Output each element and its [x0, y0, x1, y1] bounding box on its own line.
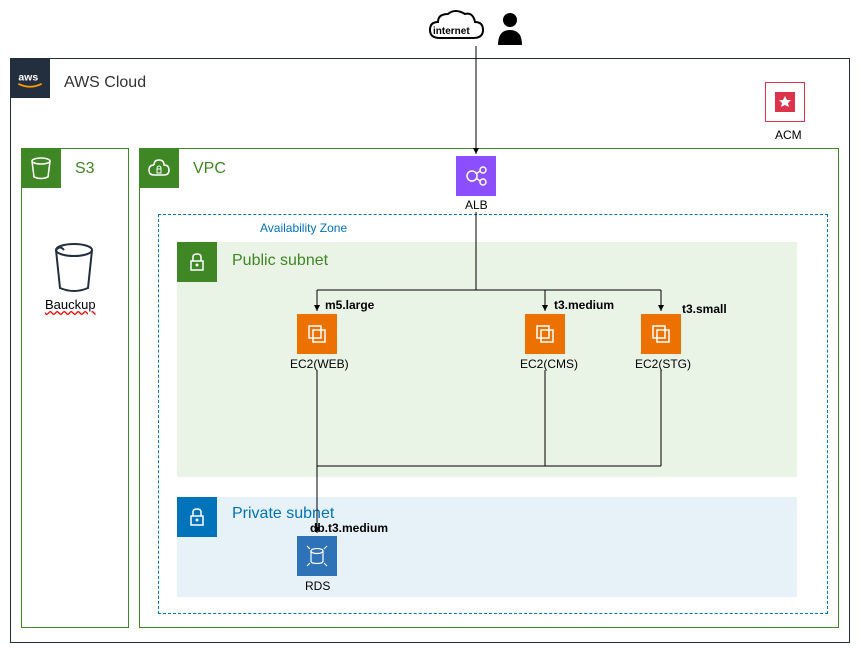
az-label: Availability Zone	[260, 221, 347, 235]
acm-icon	[765, 82, 805, 122]
public-subnet-container	[177, 242, 797, 477]
ec2-web-icon	[297, 314, 337, 354]
s3-label: S3	[75, 160, 95, 178]
s3-container	[21, 148, 129, 628]
aws-cloud-label: AWS Cloud	[64, 74, 146, 92]
acm-label: ACM	[775, 128, 802, 142]
ec2-stg-icon	[641, 314, 681, 354]
vpc-label: VPC	[193, 160, 226, 178]
ec2-cms-type: t3.medium	[554, 298, 614, 312]
private-subnet-icon	[177, 497, 217, 537]
rds-label: RDS	[305, 579, 330, 593]
ec2-cms-icon	[525, 314, 565, 354]
alb-icon	[456, 156, 496, 196]
bucket-icon	[50, 242, 98, 297]
ec2-web-label: EC2(WEB)	[290, 357, 349, 371]
public-subnet-label: Public subnet	[232, 252, 328, 270]
vpc-icon	[139, 148, 179, 188]
aws-logo-icon: aws	[10, 58, 50, 98]
ec2-stg-type: t3.small	[682, 302, 727, 316]
user-icon	[495, 10, 525, 45]
ec2-stg-label: EC2(STG)	[635, 357, 691, 371]
rds-type: db.t3.medium	[310, 521, 388, 535]
backup-label: Bauckup	[45, 297, 96, 312]
public-subnet-icon	[177, 242, 217, 282]
internet-icon: internet	[425, 8, 495, 48]
rds-icon	[297, 536, 337, 576]
s3-icon	[21, 148, 61, 188]
ec2-cms-label: EC2(CMS)	[520, 357, 578, 371]
internet-label: internet	[433, 26, 470, 37]
ec2-web-type: m5.large	[325, 298, 374, 312]
alb-label: ALB	[465, 198, 488, 212]
svg-text:aws: aws	[18, 71, 38, 83]
